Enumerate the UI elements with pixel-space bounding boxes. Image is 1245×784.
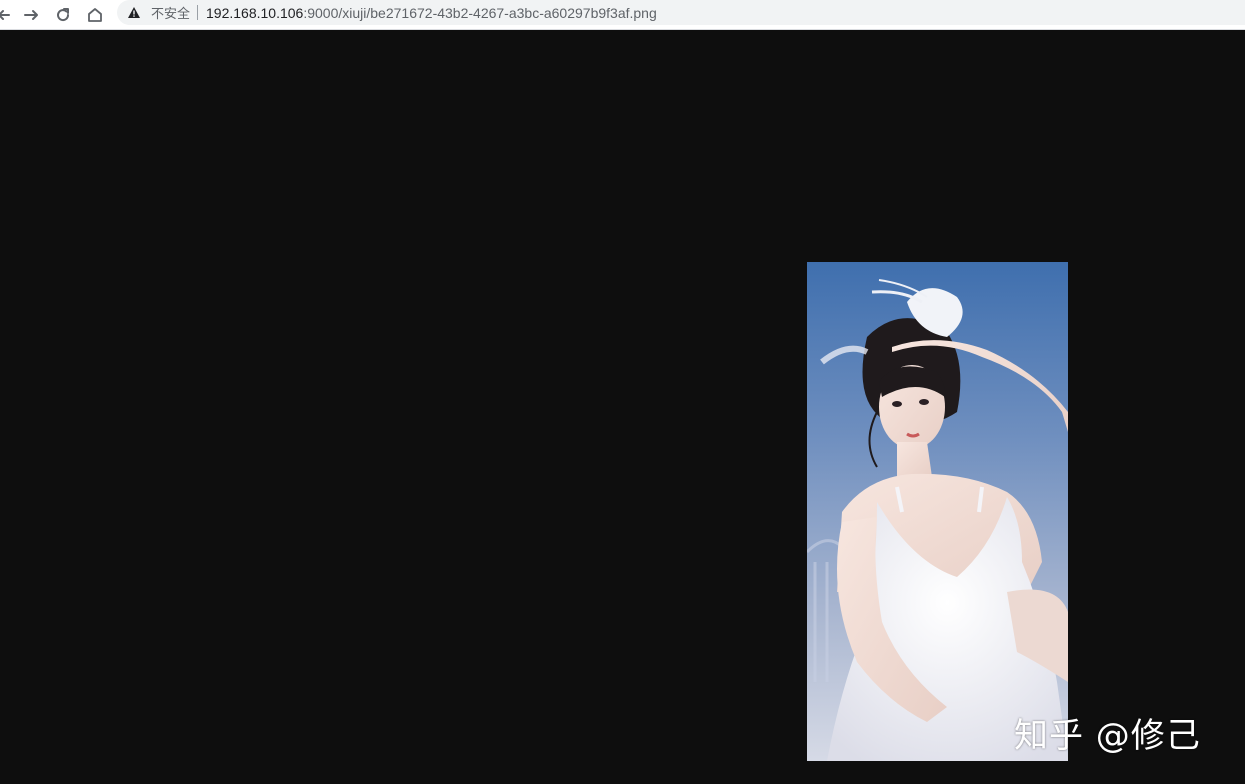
security-label[interactable]: 不安全 — [151, 3, 190, 22]
reload-icon — [57, 8, 70, 22]
home-button[interactable] — [83, 3, 107, 27]
back-button[interactable] — [0, 3, 18, 27]
portrait-illustration — [807, 262, 1068, 761]
address-bar[interactable]: 不安全 192.168.10.106:9000/xiuji/be271672-4… — [117, 0, 1245, 25]
url-host[interactable]: 192.168.10.106 — [206, 5, 303, 21]
back-arrow-icon — [0, 10, 10, 20]
divider — [197, 5, 199, 20]
forward-button[interactable] — [19, 3, 43, 27]
warning-icon[interactable] — [127, 5, 143, 21]
home-icon — [88, 8, 102, 22]
watermark-text: 知乎 @修己 — [1014, 716, 1201, 756]
displayed-image[interactable] — [807, 262, 1068, 761]
url-path[interactable]: :9000/xiuji/be271672-43b2-4267-a3bc-a602… — [303, 5, 656, 21]
forward-arrow-icon — [24, 10, 38, 20]
browser-toolbar: 不安全 192.168.10.106:9000/xiuji/be271672-4… — [0, 0, 1245, 30]
reload-button[interactable] — [51, 3, 75, 27]
